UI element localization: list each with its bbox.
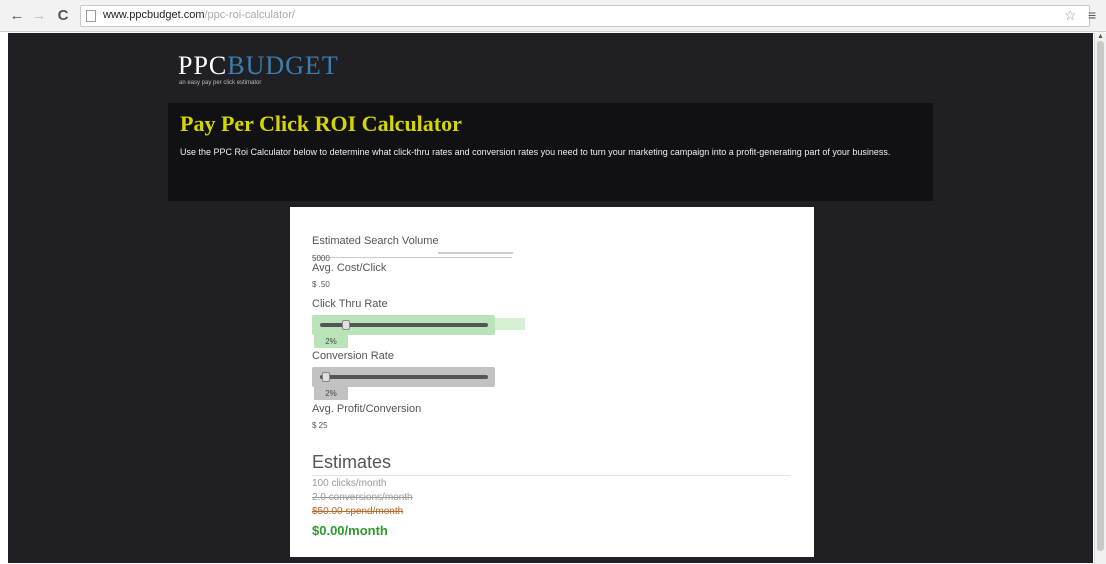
- reload-icon[interactable]: C: [54, 7, 72, 25]
- bookmark-star-icon[interactable]: ☆: [1064, 6, 1077, 24]
- estimate-profit: $0.00/month: [312, 523, 388, 538]
- ctr-slider[interactable]: [312, 315, 495, 335]
- page-title: Pay Per Click ROI Calculator: [180, 111, 462, 136]
- cost-per-click-input[interactable]: $ .50: [312, 280, 330, 289]
- profit-per-conversion-input[interactable]: $ 25: [312, 421, 328, 430]
- hero-section: Pay Per Click ROI Calculator Use the PPC…: [168, 103, 933, 201]
- address-bar[interactable]: www.ppcbudget.com/ppc-roi-calculator/: [80, 5, 1090, 27]
- scrollbar-thumb[interactable]: [1097, 41, 1104, 551]
- conversion-rate-label: Conversion Rate: [312, 350, 394, 362]
- ctr-slider-handle[interactable]: [342, 320, 350, 330]
- conversion-rate-slider[interactable]: [312, 367, 495, 387]
- url-host: www.ppcbudget.com: [103, 9, 205, 21]
- url-text: www.ppcbudget.com/ppc-roi-calculator/: [103, 9, 295, 21]
- ctr-label: Click Thru Rate: [312, 298, 388, 310]
- browser-toolbar: ← → C www.ppcbudget.com/ppc-roi-calculat…: [0, 0, 1106, 32]
- page-icon: [86, 10, 96, 22]
- url-path: /ppc-roi-calculator/: [204, 9, 295, 21]
- estimates-heading: Estimates: [312, 452, 392, 472]
- intro-text: Use the PPC Roi Calculator below to dete…: [180, 147, 891, 157]
- menu-icon[interactable]: ≡: [1088, 6, 1096, 24]
- estimate-clicks: 100 clicks/month: [312, 478, 387, 489]
- estimates-divider: [312, 475, 790, 476]
- cost-per-click-label: Avg. Cost/Click: [312, 262, 387, 274]
- estimate-spend: $50.00 spend/month: [312, 506, 404, 517]
- ctr-value: 2%: [314, 335, 348, 348]
- profit-per-conversion-label: Avg. Profit/Conversion: [312, 403, 422, 415]
- site-logo[interactable]: PPCBUDGET: [178, 51, 339, 81]
- forward-arrow-icon[interactable]: →: [30, 7, 48, 25]
- conversion-rate-value: 2%: [314, 387, 348, 400]
- conversion-slider-handle[interactable]: [322, 372, 330, 382]
- logo-budget: BUDGET: [227, 51, 339, 80]
- page-scrollbar[interactable]: ▲: [1094, 33, 1106, 564]
- search-volume-unit: [438, 252, 513, 254]
- scroll-up-icon[interactable]: ▲: [1097, 33, 1104, 40]
- site-tagline: an easy pay per click estimator: [179, 80, 262, 86]
- calculator-panel: Estimated Search Volume 5000 Avg. Cost/C…: [290, 207, 814, 557]
- conversion-slider-track: [320, 375, 488, 379]
- ctr-highlight: [495, 318, 525, 330]
- logo-ppc: PPC: [178, 51, 228, 80]
- search-volume-label: Estimated Search Volume: [312, 235, 439, 247]
- page-viewport: PPCBUDGET an easy pay per click estimato…: [8, 33, 1093, 563]
- estimate-conversions: 2.0 conversions/month: [312, 492, 413, 503]
- back-arrow-icon[interactable]: ←: [8, 7, 26, 25]
